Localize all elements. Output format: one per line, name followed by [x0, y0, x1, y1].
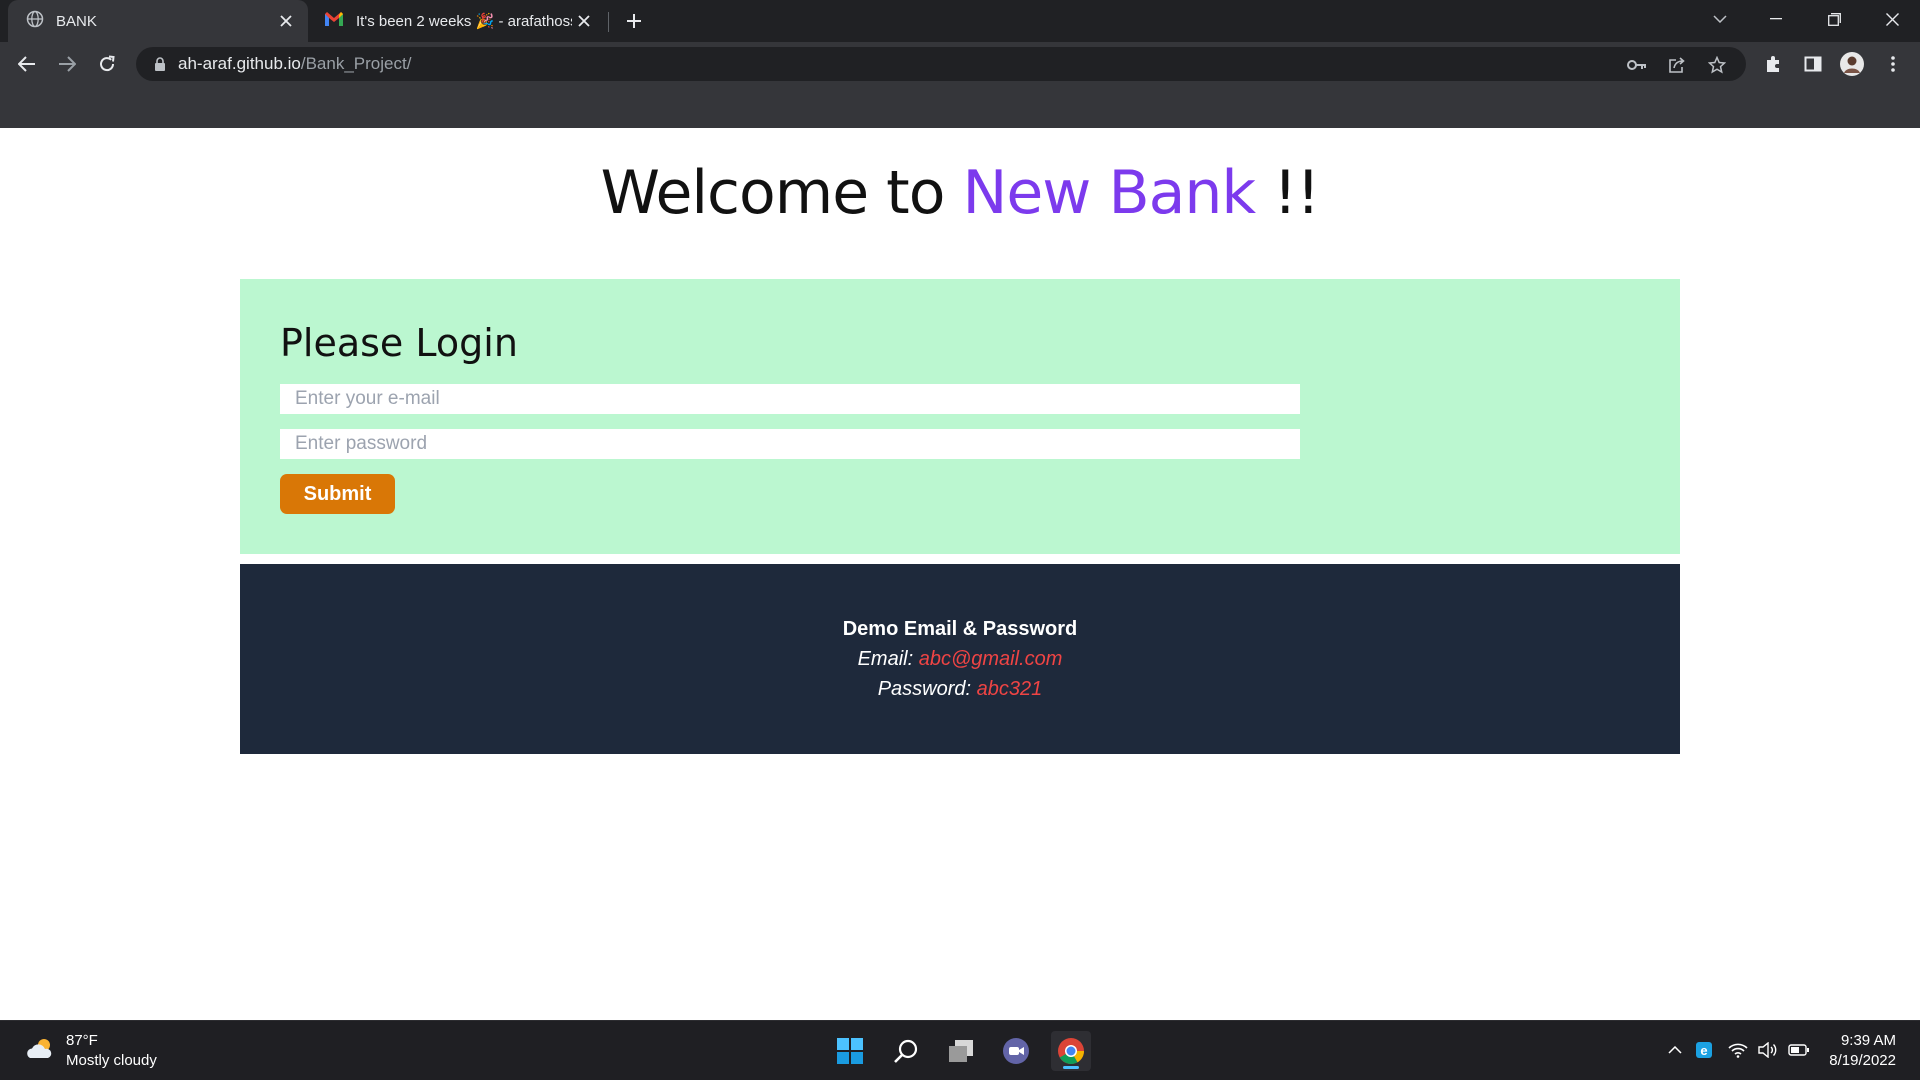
extensions-icon[interactable]	[1760, 51, 1786, 77]
search-icon[interactable]	[886, 1031, 926, 1071]
volume-icon[interactable]	[1757, 1039, 1779, 1061]
lock-icon[interactable]	[152, 56, 168, 72]
tab-title: BANK	[56, 12, 97, 30]
profile-avatar[interactable]	[1839, 51, 1865, 77]
tab-title: It's been 2 weeks 🎉 - arafathoss	[356, 13, 572, 30]
key-icon[interactable]	[1626, 54, 1648, 76]
demo-email-value: abc@gmail.com	[918, 648, 1063, 670]
demo-password-value: abc321	[976, 678, 1043, 700]
minimize-icon[interactable]	[1748, 0, 1804, 38]
clock-time: 9:39 AM	[1840, 1032, 1896, 1049]
forward-icon[interactable]	[52, 49, 82, 79]
new-tab-icon[interactable]	[620, 7, 648, 35]
bookmarks-bar	[0, 86, 1920, 128]
active-app-indicator	[1063, 1066, 1079, 1069]
close-window-icon[interactable]	[1864, 0, 1920, 38]
demo-credentials-panel: Demo Email & Password Email: abc@gmail.c…	[240, 564, 1680, 754]
side-panel-icon[interactable]	[1800, 51, 1826, 77]
edge-icon[interactable]: e	[1693, 1039, 1715, 1061]
close-tab-icon[interactable]	[572, 9, 596, 33]
start-icon[interactable]	[830, 1031, 870, 1071]
battery-icon[interactable]	[1788, 1039, 1810, 1061]
bookmark-star-icon[interactable]	[1706, 54, 1728, 76]
tab-separator	[608, 12, 609, 32]
task-view-icon[interactable]	[941, 1031, 981, 1071]
bank-name: New Bank	[962, 158, 1257, 228]
back-icon[interactable]	[12, 49, 42, 79]
submit-button[interactable]: Submit	[280, 474, 395, 514]
url-text: ah-araf.github.io/Bank_Project/	[178, 54, 411, 74]
login-title: Please Login	[280, 321, 518, 365]
tab-search-icon[interactable]	[1692, 0, 1748, 38]
teams-chat-icon[interactable]	[996, 1031, 1036, 1071]
restore-icon[interactable]	[1806, 0, 1862, 38]
weather-temp: 87°F	[66, 1032, 98, 1049]
demo-title: Demo Email & Password	[842, 618, 1078, 640]
globe-icon	[26, 10, 44, 32]
weather-text: 87°F Mostly cloudy	[66, 1031, 157, 1071]
tab-gmail[interactable]: It's been 2 weeks 🎉 - arafathoss	[314, 0, 606, 42]
password-field[interactable]	[280, 429, 1300, 459]
weather-desc: Mostly cloudy	[66, 1052, 157, 1069]
demo-password-line: Password: abc321	[240, 678, 1680, 701]
demo-password-label: Password:	[877, 678, 972, 700]
demo-email-label: Email:	[857, 648, 914, 670]
page-title: Welcome to New Bank !!	[0, 158, 1920, 228]
close-tab-icon[interactable]	[274, 9, 298, 33]
cloudy-weather-icon	[24, 1036, 56, 1067]
browser-toolbar: ah-araf.github.io/Bank_Project/	[0, 42, 1920, 86]
menu-icon[interactable]	[1880, 51, 1906, 77]
login-panel: Please Login Submit	[240, 279, 1680, 554]
title-prefix: Welcome to	[600, 158, 963, 228]
title-suffix: !!	[1255, 158, 1320, 228]
wifi-icon[interactable]	[1727, 1039, 1749, 1061]
url-path: /Bank_Project/	[300, 54, 412, 73]
chevron-up-icon[interactable]	[1664, 1039, 1686, 1061]
reload-icon[interactable]	[92, 49, 122, 79]
gmail-icon	[324, 11, 344, 31]
tab-bank[interactable]: BANK	[8, 0, 308, 42]
taskbar: 87°F Mostly cloudy e 9:39 AM 8/19/2022	[0, 1020, 1920, 1080]
demo-email-line: Email: abc@gmail.com	[240, 648, 1680, 671]
email-field[interactable]	[280, 384, 1300, 414]
url-host: ah-araf.github.io	[178, 54, 301, 73]
share-icon[interactable]	[1666, 54, 1688, 76]
chrome-taskbar-icon[interactable]	[1051, 1031, 1091, 1071]
clock-date: 8/19/2022	[1829, 1052, 1896, 1069]
system-clock[interactable]: 9:39 AM 8/19/2022	[1829, 1031, 1896, 1071]
address-bar[interactable]: ah-araf.github.io/Bank_Project/	[136, 47, 1746, 81]
tab-strip: BANK It's been 2 weeks 🎉 - arafathoss	[0, 0, 1920, 42]
weather-widget[interactable]: 87°F Mostly cloudy	[24, 1031, 157, 1071]
svg-text:e: e	[1700, 1043, 1707, 1058]
web-page: Welcome to New Bank !! Please Login Subm…	[0, 128, 1920, 1020]
